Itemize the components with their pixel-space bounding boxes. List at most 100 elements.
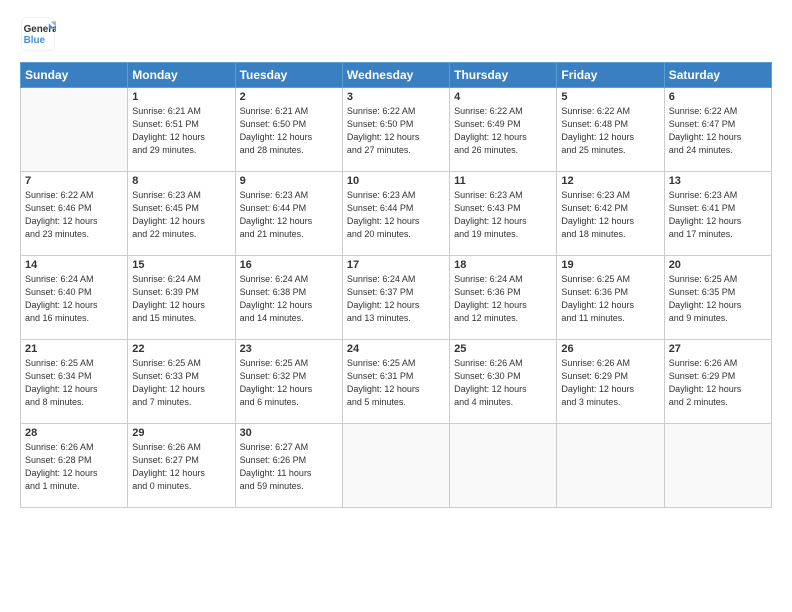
day-number: 24 (347, 343, 445, 355)
day-cell: 6 Sunrise: 6:22 AM Sunset: 6:47 PM Daylig… (664, 88, 771, 172)
day-info: Sunrise: 6:24 AM Sunset: 6:39 PM Dayligh… (132, 273, 230, 325)
day-cell: 13 Sunrise: 6:23 AM Sunset: 6:41 PM Dayli… (664, 172, 771, 256)
day-number: 4 (454, 91, 552, 103)
day-number: 16 (240, 259, 338, 271)
day-cell: 16Sunrise: 6:24 AM Sunset: 6:38 PM Dayli… (235, 256, 342, 340)
day-info: Sunrise: 6:27 AM Sunset: 6:26 PM Dayligh… (240, 441, 338, 493)
week-row-2: 14Sunrise: 6:24 AM Sunset: 6:40 PM Dayli… (21, 256, 772, 340)
day-info: Sunrise: 6:23 AM Sunset: 6:44 PM Dayligh… (240, 189, 338, 241)
day-info: Sunrise: 6:24 AM Sunset: 6:36 PM Dayligh… (454, 273, 552, 325)
day-number: 8 (132, 175, 230, 187)
day-info: Sunrise: 6:26 AM Sunset: 6:30 PM Dayligh… (454, 357, 552, 409)
week-row-4: 28 Sunrise: 6:26 AM Sunset: 6:28 PM Dayli… (21, 424, 772, 508)
day-info: Sunrise: 6:23 AM Sunset: 6:44 PM Dayligh… (347, 189, 445, 241)
day-number: 21 (25, 343, 123, 355)
day-number: 22 (132, 343, 230, 355)
day-cell (21, 88, 128, 172)
day-number: 19 (561, 259, 659, 271)
day-number: 13 (669, 175, 767, 187)
day-info: Sunrise: 6:26 AM Sunset: 6:28 PM Dayligh… (25, 441, 123, 493)
day-cell: 12 Sunrise: 6:23 AM Sunset: 6:42 PM Dayli… (557, 172, 664, 256)
day-info: Sunrise: 6:25 AM Sunset: 6:33 PM Dayligh… (132, 357, 230, 409)
day-cell: 10 Sunrise: 6:23 AM Sunset: 6:44 PM Dayli… (342, 172, 449, 256)
day-cell: 11Sunrise: 6:23 AM Sunset: 6:43 PM Dayli… (450, 172, 557, 256)
page: General Blue SundayMondayTuesdayWednesda… (0, 0, 792, 612)
day-cell: 26 Sunrise: 6:26 AM Sunset: 6:29 PM Dayli… (557, 340, 664, 424)
day-info: Sunrise: 6:22 AM Sunset: 6:49 PM Dayligh… (454, 105, 552, 157)
day-cell: 15 Sunrise: 6:24 AM Sunset: 6:39 PM Dayli… (128, 256, 235, 340)
day-info: Sunrise: 6:26 AM Sunset: 6:29 PM Dayligh… (561, 357, 659, 409)
svg-text:Blue: Blue (24, 35, 46, 46)
logo-icon: General Blue (20, 16, 56, 52)
day-number: 6 (669, 91, 767, 103)
week-row-3: 21 Sunrise: 6:25 AM Sunset: 6:34 PM Dayli… (21, 340, 772, 424)
day-cell (342, 424, 449, 508)
day-cell: 7 Sunrise: 6:22 AM Sunset: 6:46 PM Daylig… (21, 172, 128, 256)
day-number: 25 (454, 343, 552, 355)
day-number: 26 (561, 343, 659, 355)
day-info: Sunrise: 6:21 AM Sunset: 6:50 PM Dayligh… (240, 105, 338, 157)
calendar-table: SundayMondayTuesdayWednesdayThursdayFrid… (20, 62, 772, 508)
day-number: 5 (561, 91, 659, 103)
day-info: Sunrise: 6:26 AM Sunset: 6:29 PM Dayligh… (669, 357, 767, 409)
col-wednesday: Wednesday (342, 63, 449, 88)
day-number: 30 (240, 427, 338, 439)
day-info: Sunrise: 6:23 AM Sunset: 6:45 PM Dayligh… (132, 189, 230, 241)
day-cell: 29 Sunrise: 6:26 AM Sunset: 6:27 PM Dayli… (128, 424, 235, 508)
day-info: Sunrise: 6:23 AM Sunset: 6:42 PM Dayligh… (561, 189, 659, 241)
day-number: 3 (347, 91, 445, 103)
week-row-1: 7 Sunrise: 6:22 AM Sunset: 6:46 PM Daylig… (21, 172, 772, 256)
day-info: Sunrise: 6:26 AM Sunset: 6:27 PM Dayligh… (132, 441, 230, 493)
day-cell: 8 Sunrise: 6:23 AM Sunset: 6:45 PM Daylig… (128, 172, 235, 256)
day-info: Sunrise: 6:22 AM Sunset: 6:46 PM Dayligh… (25, 189, 123, 241)
day-number: 18 (454, 259, 552, 271)
day-number: 15 (132, 259, 230, 271)
header: General Blue (20, 16, 772, 52)
day-cell (557, 424, 664, 508)
day-info: Sunrise: 6:25 AM Sunset: 6:34 PM Dayligh… (25, 357, 123, 409)
day-number: 7 (25, 175, 123, 187)
day-cell: 22 Sunrise: 6:25 AM Sunset: 6:33 PM Dayli… (128, 340, 235, 424)
day-cell: 19 Sunrise: 6:25 AM Sunset: 6:36 PM Dayli… (557, 256, 664, 340)
col-tuesday: Tuesday (235, 63, 342, 88)
day-cell: 4 Sunrise: 6:22 AM Sunset: 6:49 PM Daylig… (450, 88, 557, 172)
day-number: 1 (132, 91, 230, 103)
day-number: 20 (669, 259, 767, 271)
col-saturday: Saturday (664, 63, 771, 88)
day-cell: 25 Sunrise: 6:26 AM Sunset: 6:30 PM Dayli… (450, 340, 557, 424)
day-cell: 30 Sunrise: 6:27 AM Sunset: 6:26 PM Dayli… (235, 424, 342, 508)
day-number: 27 (669, 343, 767, 355)
day-info: Sunrise: 6:25 AM Sunset: 6:35 PM Dayligh… (669, 273, 767, 325)
day-cell: 23 Sunrise: 6:25 AM Sunset: 6:32 PM Dayli… (235, 340, 342, 424)
day-cell: 5Sunrise: 6:22 AM Sunset: 6:48 PM Daylig… (557, 88, 664, 172)
col-sunday: Sunday (21, 63, 128, 88)
day-cell: 17Sunrise: 6:24 AM Sunset: 6:37 PM Dayli… (342, 256, 449, 340)
col-friday: Friday (557, 63, 664, 88)
day-cell: 1 Sunrise: 6:21 AM Sunset: 6:51 PM Daylig… (128, 88, 235, 172)
header-row: SundayMondayTuesdayWednesdayThursdayFrid… (21, 63, 772, 88)
day-number: 10 (347, 175, 445, 187)
day-number: 29 (132, 427, 230, 439)
day-info: Sunrise: 6:21 AM Sunset: 6:51 PM Dayligh… (132, 105, 230, 157)
day-number: 28 (25, 427, 123, 439)
col-thursday: Thursday (450, 63, 557, 88)
day-cell: 28 Sunrise: 6:26 AM Sunset: 6:28 PM Dayli… (21, 424, 128, 508)
day-cell: 14Sunrise: 6:24 AM Sunset: 6:40 PM Dayli… (21, 256, 128, 340)
day-info: Sunrise: 6:22 AM Sunset: 6:47 PM Dayligh… (669, 105, 767, 157)
day-cell (664, 424, 771, 508)
day-info: Sunrise: 6:25 AM Sunset: 6:36 PM Dayligh… (561, 273, 659, 325)
day-number: 12 (561, 175, 659, 187)
day-cell: 18 Sunrise: 6:24 AM Sunset: 6:36 PM Dayli… (450, 256, 557, 340)
day-number: 9 (240, 175, 338, 187)
day-info: Sunrise: 6:25 AM Sunset: 6:32 PM Dayligh… (240, 357, 338, 409)
day-number: 11 (454, 175, 552, 187)
day-number: 23 (240, 343, 338, 355)
day-cell: 9 Sunrise: 6:23 AM Sunset: 6:44 PM Daylig… (235, 172, 342, 256)
day-cell: 21 Sunrise: 6:25 AM Sunset: 6:34 PM Dayli… (21, 340, 128, 424)
logo: General Blue (20, 16, 58, 52)
day-cell: 2Sunrise: 6:21 AM Sunset: 6:50 PM Daylig… (235, 88, 342, 172)
day-cell: 24Sunrise: 6:25 AM Sunset: 6:31 PM Dayli… (342, 340, 449, 424)
day-info: Sunrise: 6:24 AM Sunset: 6:37 PM Dayligh… (347, 273, 445, 325)
day-cell: 3Sunrise: 6:22 AM Sunset: 6:50 PM Daylig… (342, 88, 449, 172)
day-info: Sunrise: 6:23 AM Sunset: 6:41 PM Dayligh… (669, 189, 767, 241)
